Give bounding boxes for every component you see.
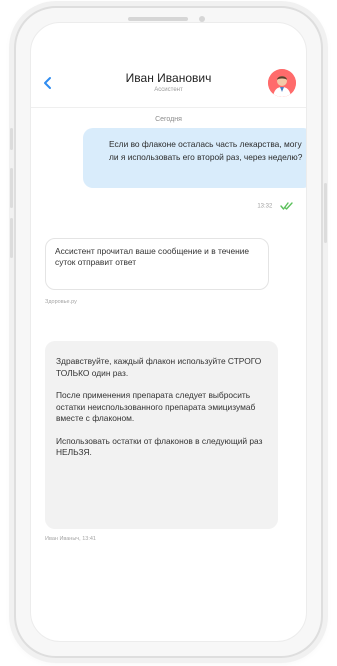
mute-switch [10,128,13,150]
outgoing-message: Если во флаконе осталась часть лекарства… [83,128,306,188]
system-message-sender: Здоровье.ру [45,299,77,305]
system-message: Ассистент прочитал ваше сообщение и в те… [45,238,269,290]
power-button [324,183,327,243]
message-paragraph: Здравствуйте, каждый флакон используйте … [56,356,262,378]
contact-name: Иван Иванович [125,71,212,85]
contact-role: Ассистент [154,87,183,93]
speaker [128,17,188,21]
incoming-message: Здравствуйте, каждый флакон используйте … [45,341,278,529]
chat-header: Иван Иванович Ассистент [31,67,306,108]
double-check-icon [280,202,293,210]
chat-screen: Иван Иванович Ассистент Сегодня Если во … [30,22,307,642]
volume-up-button [10,168,13,208]
message-paragraph: Использовать остатки от флаконов в следу… [56,435,263,458]
incoming-message-meta: Иван Иваныч, 13:41 [45,536,96,542]
date-separator: Сегодня [155,116,182,123]
doctor-avatar-icon [268,69,296,97]
volume-down-button [10,218,13,258]
phone-frame: Иван Иванович Ассистент Сегодня Если во … [10,6,327,658]
message-paragraph: После применения препарата следует выбро… [56,390,256,423]
avatar[interactable] [268,69,296,97]
message-time: 13:32 [257,203,273,210]
outgoing-message-meta: 13:32 [257,202,294,210]
